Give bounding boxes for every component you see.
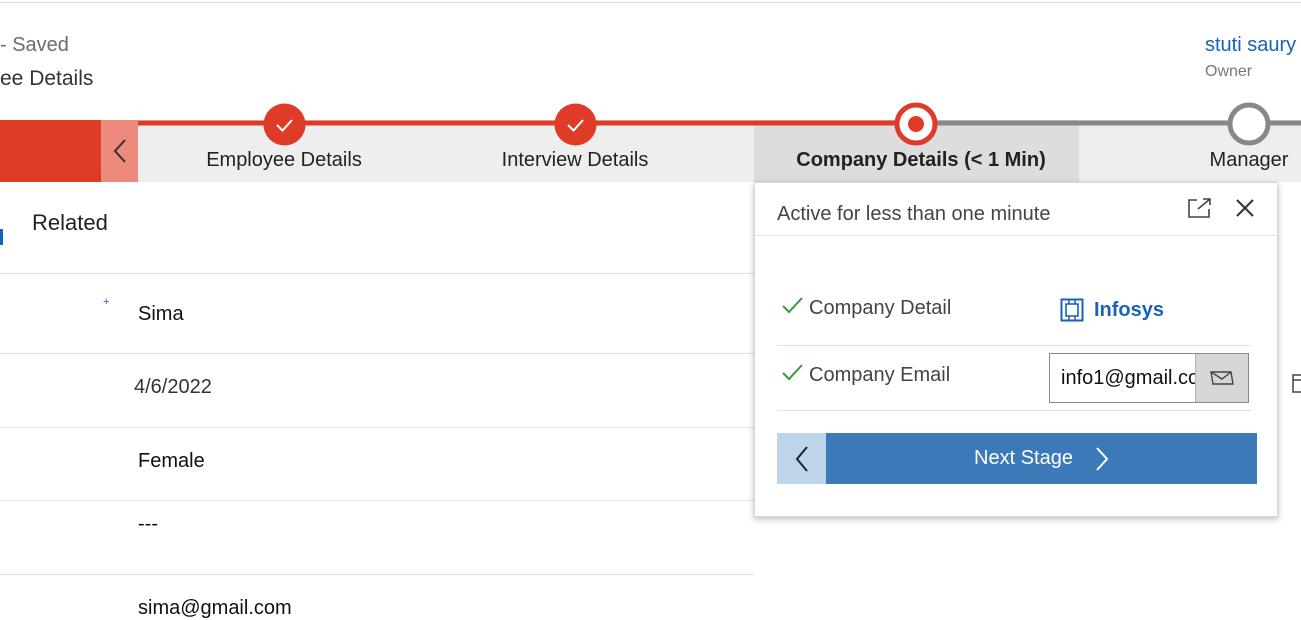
checkmark-icon (781, 296, 803, 319)
empty-circle-icon (1227, 102, 1271, 146)
stage-manager[interactable]: Manager (1210, 149, 1289, 172)
stage-flyout-panel: Active for less than one minute Company … (754, 182, 1279, 517)
calendar-icon[interactable] (1292, 372, 1301, 399)
field-date[interactable]: 4/6/2022 (134, 376, 212, 399)
company-lookup-link[interactable]: Infosys (1060, 298, 1164, 322)
envelope-icon (1210, 371, 1234, 385)
stage-manager-node[interactable] (1227, 102, 1271, 151)
popout-button[interactable] (1187, 197, 1213, 224)
target-circle-icon (894, 102, 938, 146)
flyout-title: Active for less than one minute (777, 203, 1051, 225)
tab-related[interactable]: Related (32, 210, 108, 236)
row-divider (0, 273, 754, 274)
save-status: - Saved (0, 34, 69, 56)
company-email-input[interactable]: info1@gmail.com (1049, 353, 1249, 403)
top-divider (0, 2, 1301, 3)
row-divider (0, 427, 754, 428)
field-gender[interactable]: Female (138, 450, 205, 473)
company-name: Infosys (1094, 298, 1165, 321)
close-icon (1236, 199, 1254, 217)
stage-interview-details[interactable]: Interview Details (502, 149, 649, 172)
next-stage-button[interactable]: Next Stage (826, 433, 1257, 484)
calendar-icon-shape (1292, 374, 1301, 393)
next-stage-label: Next Stage (974, 447, 1073, 469)
owner-name-link[interactable]: stuti saury (1205, 34, 1296, 57)
close-button[interactable] (1234, 197, 1256, 224)
field-empty-value[interactable]: --- (138, 513, 158, 536)
tab-indicator (0, 229, 3, 245)
stage-employee-details[interactable]: Employee Details (206, 149, 362, 172)
company-email-label: Company Email (809, 364, 951, 386)
field-first-name[interactable]: Sima (138, 303, 184, 326)
check-circle-icon (554, 103, 597, 146)
record-title: ee Details (0, 67, 94, 90)
stage-interview-details-node[interactable] (554, 103, 597, 151)
row-divider (0, 353, 754, 354)
checkmark-icon (781, 363, 803, 386)
stage-company-details[interactable]: Company Details (< 1 Min) (796, 149, 1046, 172)
company-email-value[interactable]: info1@gmail.com (1050, 367, 1195, 390)
chevron-right-icon (1096, 446, 1109, 471)
required-marker: + (103, 296, 110, 308)
row-divider (777, 345, 1251, 346)
stage-employee-details-node[interactable] (263, 103, 306, 151)
popout-icon (1188, 198, 1211, 218)
process-connector-lines (138, 120, 1301, 126)
row-divider (0, 500, 754, 501)
send-email-button[interactable] (1194, 354, 1248, 402)
company-detail-label: Company Detail (809, 297, 952, 319)
row-divider (0, 574, 754, 575)
previous-stage-button[interactable] (777, 433, 826, 484)
flyout-header-divider (755, 235, 1279, 236)
chevron-left-icon (795, 445, 808, 472)
stage-company-details-node[interactable] (894, 102, 938, 151)
owner-label: Owner (1205, 63, 1253, 80)
account-icon (1060, 298, 1084, 322)
check-circle-icon (263, 103, 306, 146)
row-divider (777, 410, 1251, 411)
